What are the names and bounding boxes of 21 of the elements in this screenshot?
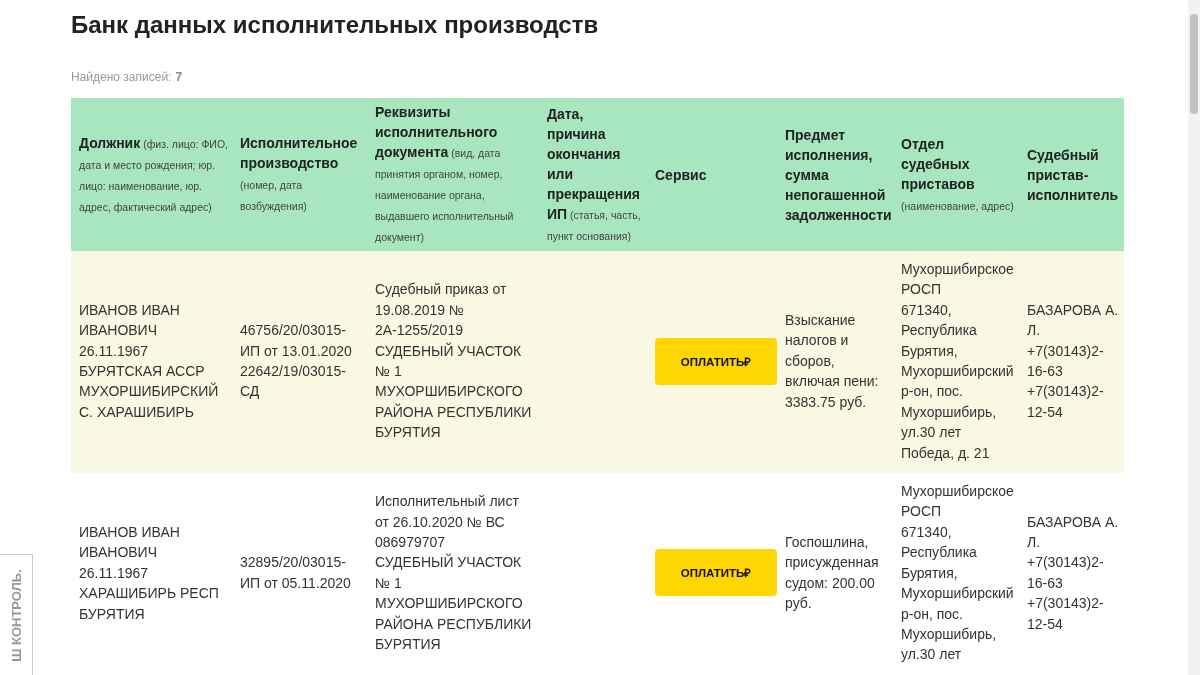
column-header: Отдел судебных приставов (наименование, адрес) [893,98,1019,251]
subject-cell: Взыскание налогов и сборов, включая пени: 3383.75 руб. [777,251,893,474]
column-header: Должник (физ. лицо: ФИО, дата и место рождения; юр. лицо: наименование, юр. адрес, фактический адрес) [71,98,232,251]
scrollbar-thumb[interactable] [1190,14,1198,114]
bailiff-cell: БАЗАРОВА А. Л. +7(30143)2-16-63 +7(30143)2-12-54 [1019,251,1124,474]
page-title: Банк данных исполнительных производств [71,10,600,40]
pay-button[interactable]: ОПЛАТИТЬ₽ [655,549,777,597]
production-cell: 46756/20/03015-ИП от 13.01.2020 22642/19/03015-СД [232,251,367,474]
debtor-cell: ИВАНОВ ИВАН ИВАНОВИЧ 26.11.1967 БУРЯТСКАЯ АССР МУХОРШИБИРСКИЙ С. ХАРАШИБИРЬ [71,251,232,474]
department-cell: Мухоршибирское РОСП 671340, Республика Бурятия, Мухоршибирский р-он, пос. Мухоршибирь, ул.30 лет Победа, д. 21 [893,251,1019,474]
scrollbar[interactable] [1188,0,1200,675]
column-header: Предмет исполнения, сумма непогашенной задолженности [777,98,893,251]
document-cell: Судебный приказ от 19.08.2019 № 2А-1255/2019 СУДЕБНЫЙ УЧАСТОК № 1 МУХОРШИБИРСКОГО РАЙОНА РЕСПУБЛИКИ БУРЯТИЯ [367,251,539,474]
column-header: Сервис [647,98,777,251]
records-found-label: Найдено записей: [71,70,172,84]
records-found-count: 7 [175,70,183,84]
column-header: Дата, причина окончания или прекращения ИП (статья, часть, пункт основания) [539,98,647,251]
column-header: Реквизиты исполнительного документа (вид, дата принятия органом, номер, наименование органа, выдавшего исполнительный документ) [367,98,539,251]
column-header: Судебный пристав-исполнитель [1019,98,1124,251]
pay-button[interactable]: ОПЛАТИТЬ₽ [655,337,777,385]
column-header: Исполнительное производство (номер, дата возбуждения) [232,98,367,251]
